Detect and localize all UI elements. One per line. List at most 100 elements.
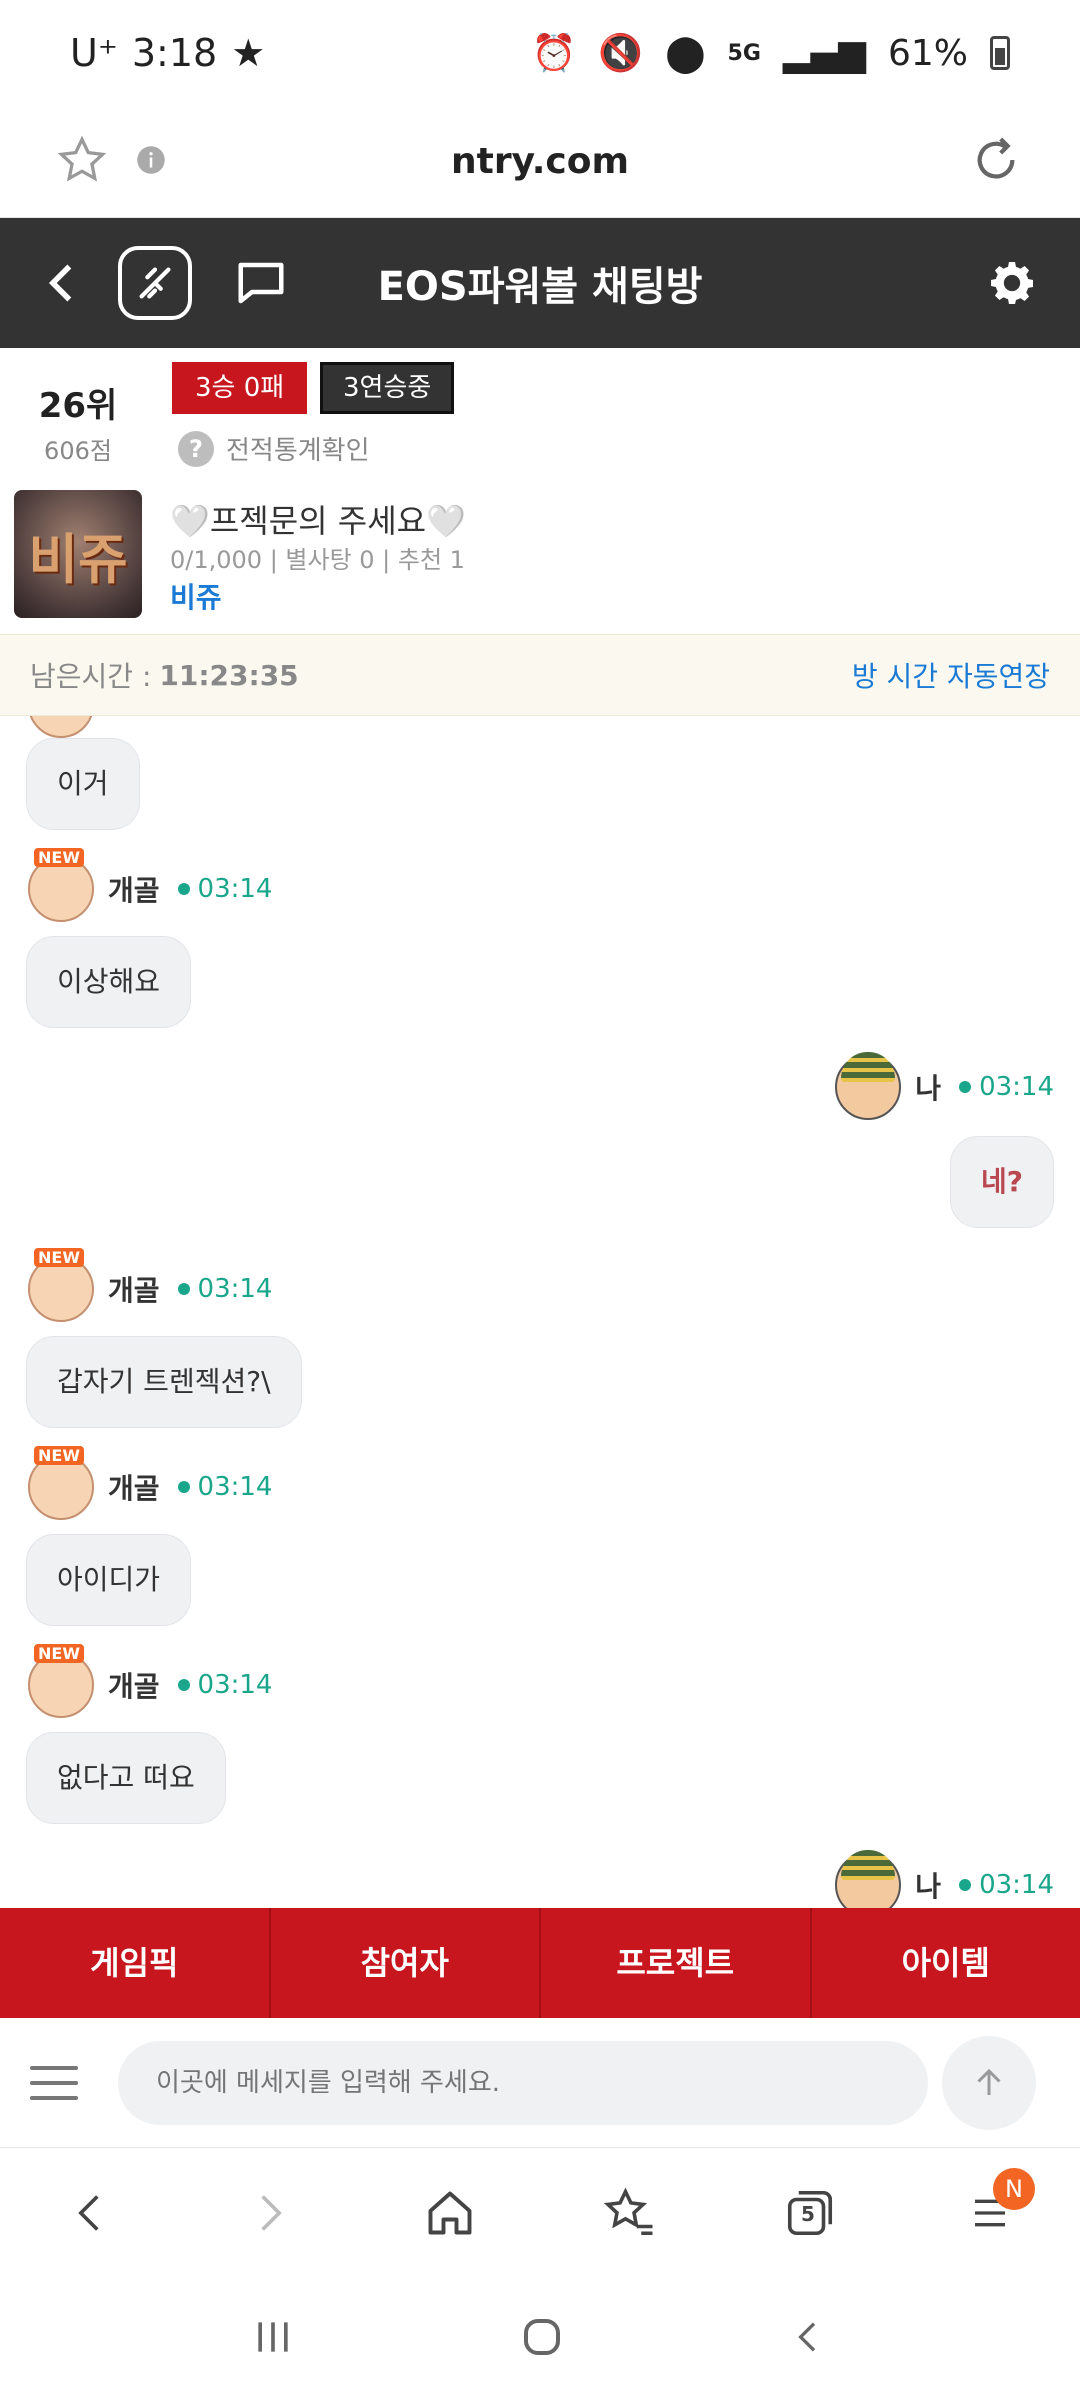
recent-apps-button[interactable]	[251, 2315, 295, 2363]
signal-icon: ▂▄▆	[782, 32, 866, 74]
bookmark-star-icon[interactable]	[56, 134, 108, 190]
network-type: 5G	[727, 40, 761, 66]
question-icon: ?	[178, 430, 214, 467]
message-sender-row: NEW 개골 03:14	[28, 1644, 273, 1718]
message-input[interactable]	[118, 2040, 928, 2125]
chevron-left-icon	[78, 2195, 99, 2231]
my-avatar[interactable]	[835, 1052, 902, 1120]
recent-apps-icon	[258, 2322, 288, 2352]
chat-bubble-icon[interactable]	[232, 256, 290, 310]
browser-url-bar: ntry.com	[0, 106, 1080, 218]
remaining-label: 남은시간 :	[30, 660, 152, 693]
message-time: 03:14	[177, 1274, 273, 1304]
room-title: 🤍프젝문의 주세요🤍	[170, 502, 466, 540]
message-sender-row: NEW 개골 03:14	[28, 1446, 273, 1520]
room-avatar-logo: 비쥬	[28, 527, 128, 591]
message-time-text: 03:14	[197, 1670, 273, 1700]
tab-game-pick[interactable]: 게임픽	[0, 1908, 271, 2018]
rank-position: 26위	[38, 386, 118, 426]
tab-project[interactable]: 프로젝트	[541, 1908, 812, 2018]
system-back-icon	[797, 2322, 815, 2352]
message-time-text: 03:14	[197, 874, 273, 904]
message-bubble: 이상해요	[26, 936, 192, 1028]
sender-name: 개골	[108, 1670, 160, 1703]
menu-icon[interactable]	[30, 2065, 78, 2100]
system-nav-bar	[0, 2278, 1080, 2400]
battery-icon	[990, 36, 1010, 70]
location-icon: ⬤	[665, 32, 706, 74]
browser-back-button[interactable]	[45, 2168, 135, 2258]
browser-forward-button[interactable]	[225, 2168, 315, 2258]
online-dot-icon	[177, 1283, 190, 1295]
chevron-right-icon	[261, 2195, 282, 2231]
home-icon	[428, 2191, 472, 2235]
bookmark-list-icon	[603, 2187, 653, 2236]
mute-icon: 🔇	[598, 33, 644, 74]
timer-bar: 남은시간 : 11:23:35 방 시간 자동연장	[0, 634, 1080, 716]
online-dot-icon	[959, 1081, 972, 1093]
star-icon: ★	[231, 31, 266, 75]
message-time: 03:14	[177, 1472, 273, 1502]
room-owner[interactable]: 비쥬	[170, 576, 222, 616]
online-dot-icon	[177, 883, 190, 895]
carrier-label: U⁺	[70, 31, 118, 75]
sender-name: 개골	[108, 1472, 160, 1505]
message-time-text: 03:14	[197, 1472, 273, 1502]
user-avatar[interactable]: NEW	[28, 1248, 94, 1322]
my-avatar[interactable]	[835, 1850, 902, 1908]
message-time: 03:14	[959, 1870, 1054, 1900]
system-home-icon	[523, 2319, 560, 2355]
streak-badge: 3연승중	[320, 362, 455, 414]
tab-participants[interactable]: 참여자	[271, 1908, 541, 2018]
stats-link[interactable]: ? 전적통계확인	[178, 430, 370, 467]
gear-icon[interactable]	[984, 255, 1040, 311]
message-bubble: 이거	[26, 738, 140, 830]
message-time: 03:14	[959, 1072, 1054, 1102]
message-bubble: 갑자기 트렌젝션?\	[26, 1336, 302, 1428]
user-avatar	[28, 716, 94, 738]
arrow-up-icon	[977, 2068, 1001, 2095]
online-dot-icon	[959, 1879, 972, 1891]
record-badge: 3승 0패	[172, 362, 308, 414]
rank-block: 26위 606점	[30, 378, 126, 466]
system-home-button[interactable]	[518, 2313, 566, 2365]
message-sender-row: NEW 개골 03:14	[28, 848, 273, 922]
tabs-button[interactable]: 5	[765, 2168, 855, 2258]
alarm-icon: ⏰	[531, 33, 577, 74]
send-button[interactable]	[942, 2035, 1036, 2130]
home-button[interactable]	[405, 2168, 495, 2258]
message-sender-row: 나 03:14	[835, 1850, 1054, 1908]
notification-badge: N	[993, 2168, 1035, 2210]
message-time: 03:14	[177, 1670, 273, 1700]
chat-tab-bar: 게임픽 참여자 프로젝트 아이템	[0, 1908, 1080, 2018]
ntry-logo-icon[interactable]	[118, 246, 192, 320]
message-bubble: 없다고 떠요	[26, 1732, 226, 1824]
message-time-text: 03:14	[197, 1274, 273, 1304]
system-back-button[interactable]	[789, 2313, 829, 2365]
browser-nav-bar: 5 N	[0, 2148, 1080, 2278]
browser-menu-button[interactable]: N	[945, 2168, 1035, 2258]
tab-items[interactable]: 아이템	[812, 1908, 1080, 2018]
room-avatar[interactable]: 비쥬	[14, 490, 142, 618]
user-avatar[interactable]: NEW	[28, 1446, 94, 1520]
message-sender-row: NEW 개골 03:14	[28, 1248, 273, 1322]
back-arrow-icon[interactable]	[40, 257, 84, 309]
message-time-text: 03:14	[979, 1072, 1054, 1102]
user-avatar[interactable]: NEW	[28, 1644, 94, 1718]
user-avatar[interactable]: NEW	[28, 848, 94, 922]
bookmarks-button[interactable]	[585, 2168, 675, 2258]
message-bubble: 아이디가	[26, 1534, 192, 1626]
message-bubble: 네?	[949, 1136, 1054, 1228]
sender-name: 개골	[108, 1274, 160, 1307]
sender-name: 나	[915, 1072, 942, 1105]
tabs-count: 5	[801, 2202, 815, 2226]
message-composer	[0, 2018, 1080, 2148]
site-info-icon[interactable]	[136, 145, 166, 179]
chat-header: EOS파워볼 채팅방	[0, 218, 1080, 348]
auto-extend-link[interactable]: 방 시간 자동연장	[852, 655, 1050, 695]
room-info: 26위 606점 3승 0패 3연승중 ? 전적통계확인 비쥬 🤍프젝문의 주세…	[0, 348, 1080, 634]
reload-icon[interactable]	[968, 132, 1024, 192]
message-sender-row: 나 03:14	[835, 1052, 1054, 1120]
remaining-time: 11:23:35	[159, 658, 299, 692]
chat-messages[interactable]: 이거 NEW 개골 03:14 이상해요 나 03:14 네? NEW 개골 0…	[0, 716, 1080, 1908]
